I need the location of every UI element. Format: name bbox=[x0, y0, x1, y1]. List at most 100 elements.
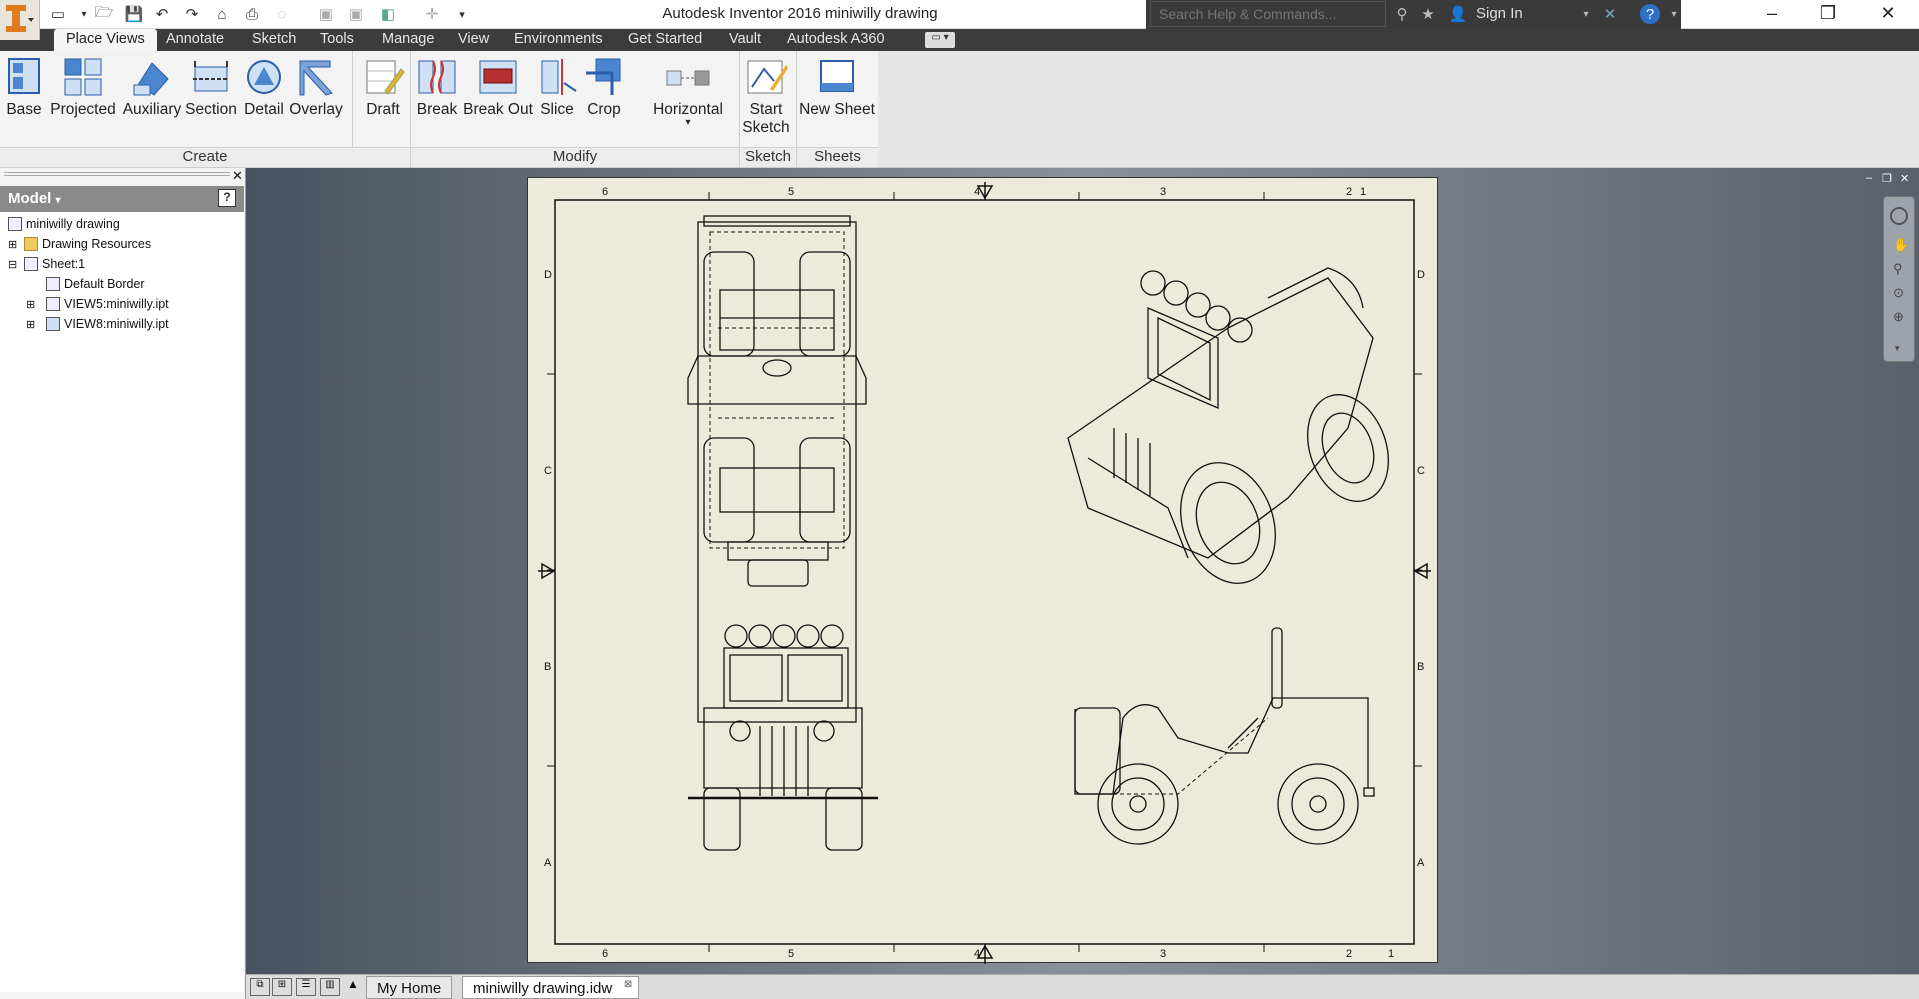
user-icon[interactable]: 👤 bbox=[1448, 4, 1468, 24]
crop-button[interactable]: Crop bbox=[582, 55, 626, 119]
window-title: Autodesk Inventor 2016 miniwilly drawing bbox=[662, 5, 938, 22]
drawing-sheet[interactable]: 6 5 4 3 2 1 6 5 4 3 2 1 D C B A D C B A bbox=[527, 177, 1438, 964]
tree-node-view8[interactable]: ⊞ VIEW8:miniwilly.ipt bbox=[26, 314, 169, 334]
new-file-icon[interactable]: ▭ bbox=[48, 4, 68, 24]
open-documents-menu-icon[interactable]: ▲ bbox=[344, 977, 362, 995]
save-icon[interactable]: 💾 bbox=[124, 4, 144, 24]
tile-windows-icon[interactable]: ⊞ bbox=[272, 978, 292, 996]
detail-view-icon bbox=[247, 60, 281, 94]
sign-in-link[interactable]: Sign In bbox=[1476, 5, 1523, 22]
base-view-button[interactable]: Base bbox=[4, 55, 44, 119]
exchange-x-icon[interactable]: ✕ bbox=[1600, 4, 1620, 24]
tab-manage[interactable]: Manage bbox=[370, 29, 446, 51]
horizontal-dropdown-icon[interactable]: ▾ bbox=[648, 118, 728, 128]
new-dropdown-icon[interactable]: ▾ bbox=[74, 4, 94, 24]
start-sketch-button[interactable]: Start Sketch bbox=[742, 55, 790, 137]
rebuild-icon[interactable]: ▣ bbox=[346, 4, 366, 24]
tree-node-sheet[interactable]: ⊟ Sheet:1 bbox=[8, 254, 85, 274]
folder-icon bbox=[24, 237, 38, 251]
horizontal-align-button[interactable]: Horizontal ▾ bbox=[648, 55, 728, 128]
browser-header[interactable]: Model ▾ bbox=[0, 186, 244, 212]
appearance-icon[interactable]: ◧ bbox=[378, 4, 398, 24]
help-icon[interactable]: ? bbox=[1640, 4, 1660, 24]
tree-node-default-border[interactable]: Default Border bbox=[46, 274, 145, 294]
tree-node-drawing-resources[interactable]: ⊞ Drawing Resources bbox=[8, 234, 151, 254]
zoom-window-icon[interactable]: ⊙ bbox=[1893, 285, 1904, 301]
tab-place-views[interactable]: Place Views bbox=[54, 29, 157, 51]
isometric-view-drawing bbox=[1067, 267, 1390, 584]
minimize-icon[interactable]: – bbox=[1752, 3, 1792, 27]
doc-minimize-icon[interactable]: – bbox=[1866, 172, 1872, 184]
tab-view[interactable]: View bbox=[446, 29, 501, 51]
projected-view-button[interactable]: Projected bbox=[48, 55, 118, 119]
overlay-view-button[interactable]: Overlay bbox=[288, 55, 344, 119]
update-icon[interactable]: ▣ bbox=[316, 4, 336, 24]
cascade-windows-icon[interactable]: ⧉ bbox=[250, 978, 270, 996]
section-view-button[interactable]: Section bbox=[184, 55, 238, 119]
detail-view-button[interactable]: Detail bbox=[240, 55, 288, 119]
new-sheet-button[interactable]: New Sheet bbox=[798, 55, 876, 119]
close-tab-icon[interactable]: ⊠ bbox=[624, 979, 632, 990]
zoom-all-icon[interactable]: ⊕ bbox=[1893, 309, 1904, 325]
tab-autodesk-a360[interactable]: Autodesk A360 bbox=[775, 29, 897, 51]
expand-plus-icon[interactable]: ⊞ bbox=[26, 318, 36, 331]
tile-horizontal-icon[interactable]: ☰ bbox=[296, 978, 316, 996]
zoom-icon[interactable]: ⚲ bbox=[1893, 261, 1903, 277]
zone-row-label: D bbox=[1417, 269, 1425, 281]
break-out-button[interactable]: Break Out bbox=[462, 55, 534, 119]
tab-tools[interactable]: Tools bbox=[308, 29, 366, 51]
select-mode-icon[interactable]: ◌ bbox=[272, 4, 292, 24]
doc-restore-icon[interactable]: ❐ bbox=[1882, 172, 1892, 185]
measure-icon[interactable]: ✛ bbox=[422, 4, 442, 24]
expand-plus-icon[interactable]: ⊞ bbox=[8, 238, 18, 251]
binoculars-icon[interactable]: ⚲ bbox=[1392, 4, 1412, 24]
browser-help-icon[interactable]: ? bbox=[218, 189, 236, 207]
tab-annotate[interactable]: Annotate bbox=[154, 29, 236, 51]
tab-my-home[interactable]: My Home bbox=[366, 976, 453, 999]
graphics-canvas[interactable]: 6 5 4 3 2 1 6 5 4 3 2 1 D C B A D C B A bbox=[246, 168, 1919, 974]
sign-in-dropdown-icon[interactable]: ▾ bbox=[1576, 4, 1596, 24]
draft-view-button[interactable]: Draft bbox=[360, 55, 406, 119]
break-icon bbox=[418, 60, 456, 94]
tile-vertical-icon[interactable]: ▥ bbox=[320, 978, 340, 996]
document-tab-label: miniwilly drawing.idw bbox=[473, 980, 613, 997]
favorites-star-icon[interactable]: ★ bbox=[1418, 4, 1438, 24]
tree-node-view5[interactable]: ⊞ VIEW5:miniwilly.ipt bbox=[26, 294, 169, 314]
break-button[interactable]: Break bbox=[414, 55, 460, 119]
navigation-bar: ✋ ⚲ ⊙ ⊕ ▾ bbox=[1883, 196, 1915, 362]
close-icon[interactable]: ✕ bbox=[1868, 3, 1908, 27]
auxiliary-view-button[interactable]: Auxiliary bbox=[120, 55, 184, 119]
customize-quick-access-icon[interactable]: ▾ bbox=[452, 4, 472, 24]
home-icon[interactable]: ⌂ bbox=[212, 4, 232, 24]
print-icon[interactable]: ⎙ bbox=[242, 4, 262, 24]
collapse-minus-icon[interactable]: ⊟ bbox=[8, 258, 18, 271]
doc-close-icon[interactable]: ✕ bbox=[1900, 172, 1909, 185]
browser-close-icon[interactable]: ✕ bbox=[232, 168, 243, 184]
sheet-border bbox=[554, 199, 1415, 945]
browser-grip[interactable] bbox=[4, 172, 230, 176]
restore-icon[interactable]: ❐ bbox=[1808, 3, 1848, 27]
pan-icon[interactable]: ✋ bbox=[1893, 237, 1909, 253]
auxiliary-view-icon bbox=[133, 62, 169, 96]
redo-icon[interactable]: ↷ bbox=[182, 4, 202, 24]
browser-menu-dropdown-icon[interactable]: ▾ bbox=[56, 195, 61, 206]
navbar-customize-icon[interactable]: ▾ bbox=[1895, 343, 1900, 354]
zone-col-label: 4 bbox=[974, 948, 980, 960]
break-out-label: Break Out bbox=[463, 101, 533, 118]
tab-get-started[interactable]: Get Started bbox=[616, 29, 714, 51]
steering-wheel-icon[interactable] bbox=[1890, 207, 1908, 225]
expand-plus-icon[interactable]: ⊞ bbox=[26, 298, 36, 311]
search-input[interactable] bbox=[1150, 1, 1386, 27]
undo-icon[interactable]: ↶ bbox=[152, 4, 172, 24]
border-icon bbox=[46, 277, 60, 291]
slice-button[interactable]: Slice bbox=[536, 55, 578, 119]
open-folder-icon[interactable]: 🗁 bbox=[94, 4, 114, 24]
tab-sketch[interactable]: Sketch bbox=[240, 29, 308, 51]
ribbon-display-toggle-icon[interactable]: ▭ ▾ bbox=[925, 32, 955, 48]
tree-node-drawing[interactable]: miniwilly drawing bbox=[8, 214, 120, 234]
application-menu-button[interactable] bbox=[0, 0, 40, 40]
tab-vault[interactable]: Vault bbox=[717, 29, 773, 51]
tab-environments[interactable]: Environments bbox=[502, 29, 615, 51]
tab-miniwilly-drawing[interactable]: miniwilly drawing.idw ⊠ bbox=[462, 976, 640, 999]
help-dropdown-icon[interactable]: ▾ bbox=[1664, 4, 1684, 24]
